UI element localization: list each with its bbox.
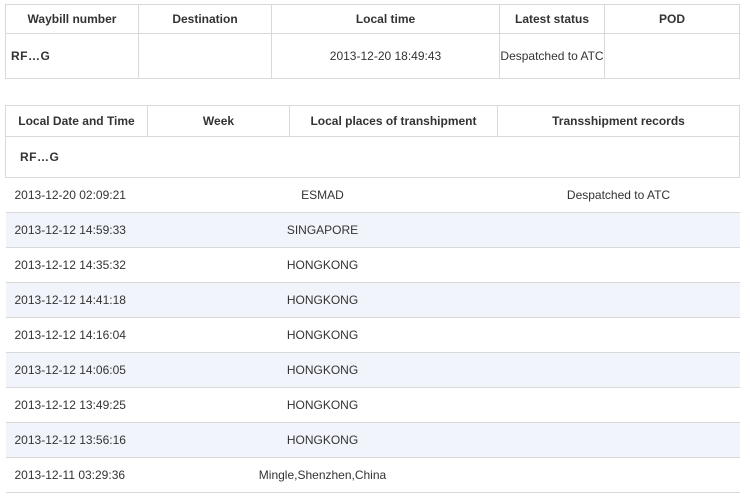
row-place-cell: HONGKONG <box>147 247 498 283</box>
row-record: Despatched to ATC <box>497 177 740 213</box>
row-record <box>497 352 740 388</box>
row-datetime: 2013-12-12 13:56:16 <box>5 422 148 458</box>
row-record <box>497 422 740 458</box>
row-place-cell: ESMAD <box>147 177 498 213</box>
table-row: 2013-12-12 14:16:04 HONGKONG <box>5 317 740 353</box>
header-records: Transshipment records <box>497 105 740 137</box>
row-datetime: 2013-12-12 14:41:18 <box>5 282 148 318</box>
detail-header-row: Local Date and Time Week Local places of… <box>5 105 740 137</box>
row-place-cell: HONGKONG <box>147 317 498 353</box>
row-record <box>497 282 740 318</box>
header-latest-status: Latest status <box>499 4 605 34</box>
summary-table: Waybill number Destination Local time La… <box>5 4 740 79</box>
table-row: 2013-12-12 14:06:05 HONGKONG <box>5 352 740 388</box>
header-waybill-number: Waybill number <box>5 4 139 34</box>
row-place-cell: Mingle,Shenzhen,China <box>147 457 498 493</box>
header-week: Week <box>147 105 290 137</box>
row-record <box>497 317 740 353</box>
detail-waybill-number: RF…G <box>5 136 740 178</box>
summary-data-row: RF…G 2013-12-20 18:49:43 Despatched to A… <box>5 33 740 79</box>
row-place: HONGKONG <box>286 433 359 447</box>
local-time-value: 2013-12-20 18:49:43 <box>271 33 500 79</box>
table-row: 2013-12-12 13:49:25 HONGKONG <box>5 387 740 423</box>
row-place-cell: HONGKONG <box>147 387 498 423</box>
row-datetime: 2013-12-11 03:29:36 <box>5 457 148 493</box>
row-place-cell: HONGKONG <box>147 352 498 388</box>
row-place-cell: SINGAPORE <box>147 212 498 248</box>
row-place: SINGAPORE <box>286 223 359 237</box>
row-place: Mingle,Shenzhen,China <box>258 468 387 482</box>
row-datetime: 2013-12-12 14:35:32 <box>5 247 148 283</box>
table-row: 2013-12-12 14:35:32 HONGKONG <box>5 247 740 283</box>
waybill-number-value: RF…G <box>5 33 139 79</box>
row-place: HONGKONG <box>286 293 359 307</box>
table-row: 2013-12-12 13:56:16 HONGKONG <box>5 422 740 458</box>
row-datetime: 2013-12-12 14:16:04 <box>5 317 148 353</box>
row-record <box>497 247 740 283</box>
row-record <box>497 212 740 248</box>
table-row: 2013-12-12 14:41:18 HONGKONG <box>5 282 740 318</box>
summary-header-row: Waybill number Destination Local time La… <box>5 4 740 34</box>
row-datetime: 2013-12-12 14:59:33 <box>5 212 148 248</box>
latest-status-value: Despatched to ATC <box>499 33 605 79</box>
row-place-cell: HONGKONG <box>147 422 498 458</box>
pod-value <box>604 33 740 79</box>
row-place: HONGKONG <box>286 398 359 412</box>
row-place: ESMAD <box>301 188 344 202</box>
destination-value <box>138 33 272 79</box>
row-place: HONGKONG <box>286 363 359 377</box>
header-places: Local places of transhipment <box>289 105 498 137</box>
row-datetime: 2013-12-12 13:49:25 <box>5 387 148 423</box>
row-datetime: 2013-12-20 02:09:21 <box>5 177 148 213</box>
row-record <box>497 387 740 423</box>
table-row: 2013-12-20 02:09:21 ESMAD Despatched to AT… <box>5 177 740 213</box>
row-place: HONGKONG <box>286 328 359 342</box>
row-record <box>497 457 740 493</box>
header-pod: POD <box>604 4 740 34</box>
detail-waybill-row: RF…G <box>5 136 740 178</box>
row-datetime: 2013-12-12 14:06:05 <box>5 352 148 388</box>
header-local-date-time: Local Date and Time <box>5 105 148 137</box>
transhipment-table: Local Date and Time Week Local places of… <box>5 105 740 493</box>
table-row: 2013-12-11 03:29:36 Mingle,Shenzhen,China <box>5 457 740 493</box>
header-local-time: Local time <box>271 4 500 34</box>
row-place: HONGKONG <box>286 258 359 272</box>
row-place-cell: HONGKONG <box>147 282 498 318</box>
transhipment-rows: 2013-12-20 02:09:21 ESMAD Despatched to AT… <box>5 177 740 493</box>
header-destination: Destination <box>138 4 272 34</box>
table-row: 2013-12-12 14:59:33 SINGAPORE <box>5 212 740 248</box>
